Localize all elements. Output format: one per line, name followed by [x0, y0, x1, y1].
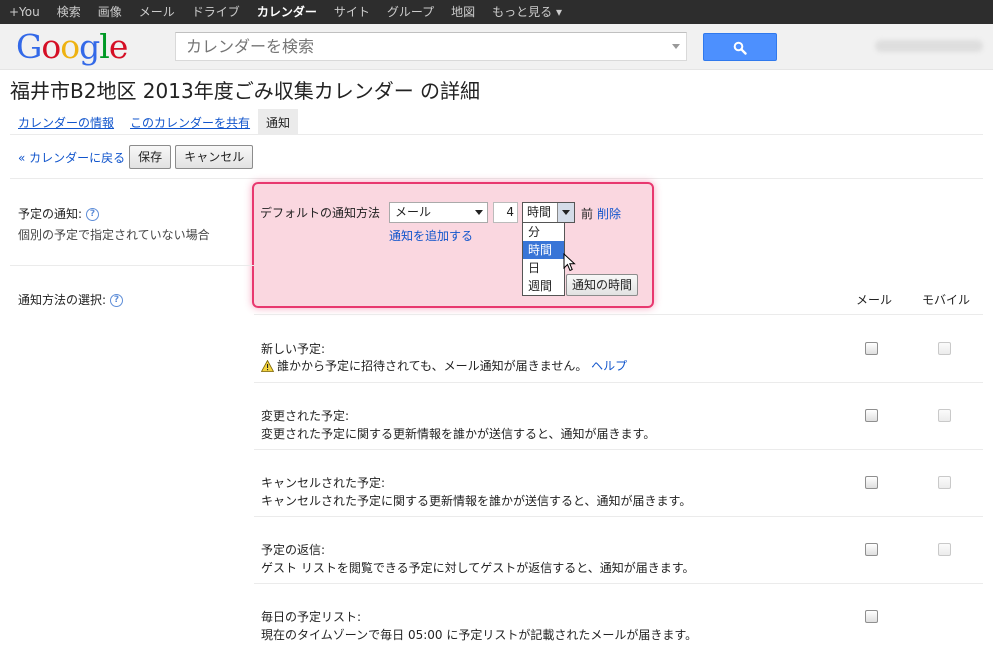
divider [254, 314, 983, 315]
help-icon[interactable]: ? [110, 294, 124, 307]
search-box [175, 32, 687, 61]
divider [10, 265, 254, 266]
help-link[interactable]: ヘルプ [591, 359, 627, 373]
row-new-event-title: 新しい予定: [261, 342, 326, 356]
email-column-header: メール [856, 293, 893, 307]
search-icon [733, 41, 747, 55]
daily-agenda-email-checkbox[interactable] [865, 610, 878, 623]
row-new-event-desc: 誰かから予定に招待されても、メール通知が届きません。 ヘルプ [261, 357, 627, 374]
topnav-mail[interactable]: メール [139, 0, 175, 24]
help-icon[interactable]: ? [86, 208, 100, 221]
unit-option-days[interactable]: 日 [523, 259, 564, 277]
divider [254, 382, 983, 383]
divider [254, 449, 983, 450]
unit-option-hours[interactable]: 時間 [523, 241, 564, 259]
row-cancelled-event-desc: キャンセルされた予定に関する更新情報を誰かが送信すると、通知が届きます。 [261, 494, 692, 508]
google-logo[interactable]: Google [16, 28, 128, 66]
default-method-label: デフォルトの通知方法 [260, 206, 381, 220]
event-reply-mobile-checkbox[interactable] [938, 543, 951, 556]
delete-notification-link[interactable]: 削除 [597, 205, 621, 222]
mobile-column-header: モバイル [922, 293, 971, 307]
unit-option-weeks[interactable]: 週間 [523, 277, 564, 295]
new-event-mobile-checkbox[interactable] [938, 342, 951, 355]
save-button[interactable]: 保存 [129, 145, 172, 169]
event-notification-subtitle: 個別の予定で指定されていない場合 [18, 228, 210, 242]
row-changed-event-desc: 変更された予定に関する更新情報を誰かが送信すると、通知が届きます。 [261, 427, 656, 441]
row-changed-event-title: 変更された予定: [261, 409, 350, 423]
topnav-maps[interactable]: 地図 [451, 0, 475, 24]
changed-event-mobile-checkbox[interactable] [938, 409, 951, 422]
new-event-email-checkbox[interactable] [865, 342, 878, 355]
divider [254, 583, 983, 584]
action-row: « カレンダーに戻る 保存 キャンセル [18, 145, 257, 169]
unit-option-minutes[interactable]: 分 [523, 223, 564, 241]
tab-notifications[interactable]: 通知 [258, 109, 299, 135]
topnav-groups[interactable]: グループ [387, 0, 434, 24]
row-event-reply-title: 予定の返信: [261, 543, 326, 557]
chevron-down-icon [475, 210, 483, 215]
before-label: 前 [581, 207, 594, 221]
row-cancelled-event-title: キャンセルされた予定: [261, 476, 386, 490]
notification-number-input[interactable]: 4 [493, 202, 518, 223]
divider [10, 178, 983, 179]
row-daily-agenda-title: 毎日の予定リスト: [261, 610, 362, 624]
row-daily-agenda-desc: 現在のタイムゾーンで毎日 05:00 に予定リストが記載されたメールが届きます。 [261, 628, 698, 642]
cancelled-event-mobile-checkbox[interactable] [938, 476, 951, 489]
row-event-reply-desc: ゲスト リストを閲覧できる予定に対してゲストが返信すると、通知が届きます。 [261, 561, 695, 575]
account-name-blurred[interactable] [875, 40, 983, 52]
notification-time-button[interactable]: 通知の時間 [566, 274, 639, 296]
topnav-plus-you[interactable]: +You [9, 0, 40, 24]
notification-unit-select[interactable]: 時間 [522, 202, 575, 223]
back-to-calendar-link[interactable]: « カレンダーに戻る [18, 149, 125, 166]
topnav-images[interactable]: 画像 [98, 0, 122, 24]
chevron-down-icon[interactable] [557, 203, 574, 222]
topnav-drive[interactable]: ドライブ [192, 0, 240, 24]
page-title: 福井市B2地区 2013年度ごみ収集カレンダー の詳細 [10, 79, 481, 103]
tab-calendar-info[interactable]: カレンダーの情報 [10, 109, 122, 135]
notification-method-select[interactable]: メール [389, 202, 488, 223]
unit-dropdown-list: 分 時間 日 週間 [522, 222, 565, 296]
search-input[interactable] [176, 33, 656, 60]
add-notification-link[interactable]: 通知を追加する [389, 227, 473, 244]
cancel-button[interactable]: キャンセル [175, 145, 254, 169]
settings-tabs: カレンダーの情報 このカレンダーを共有 通知 [10, 109, 983, 135]
search-dropdown-icon[interactable] [672, 44, 680, 49]
topnav-calendar[interactable]: カレンダー [257, 0, 317, 24]
changed-event-email-checkbox[interactable] [865, 409, 878, 422]
google-top-bar: +You 検索 画像 メール ドライブ カレンダー サイト グループ 地図 もっ… [0, 0, 993, 24]
warning-icon [261, 360, 274, 372]
tab-share-calendar[interactable]: このカレンダーを共有 [122, 109, 258, 135]
event-reply-email-checkbox[interactable] [865, 543, 878, 556]
notification-method-label: 通知方法の選択:? [18, 291, 124, 308]
topnav-sites[interactable]: サイト [334, 0, 370, 24]
divider [254, 516, 983, 517]
topnav-search[interactable]: 検索 [57, 0, 81, 24]
mouse-pointer-icon [563, 253, 576, 272]
event-notification-label: 予定の通知:? [18, 205, 100, 222]
cancelled-event-email-checkbox[interactable] [865, 476, 878, 489]
search-button[interactable] [703, 33, 777, 61]
top-nav: +You 検索 画像 メール ドライブ カレンダー サイト グループ 地図 もっ… [0, 0, 993, 24]
header: Google [0, 24, 993, 70]
topnav-more[interactable]: もっと見る ▾ [492, 0, 562, 24]
